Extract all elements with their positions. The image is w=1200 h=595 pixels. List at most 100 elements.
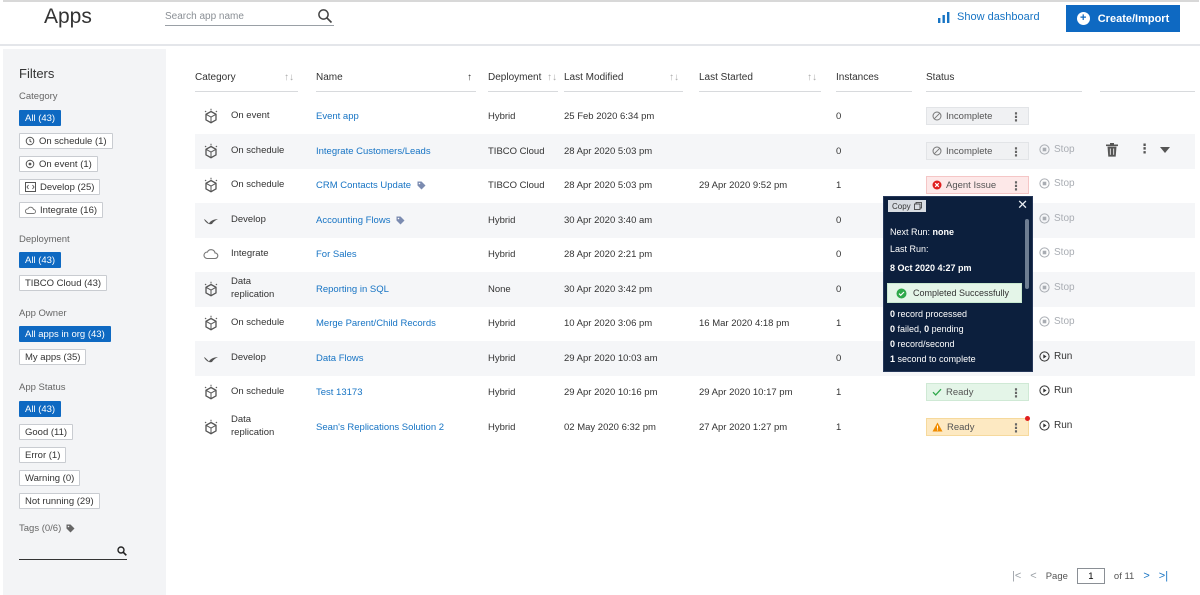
search-input[interactable] <box>165 8 313 24</box>
column-label: Category <box>195 72 236 83</box>
stop-button[interactable]: Stop <box>1039 316 1075 327</box>
table-row[interactable]: Develop Data Flows Hybrid 29 Apr 2020 10… <box>195 341 1195 376</box>
run-button[interactable]: Run <box>1039 351 1072 362</box>
column-header-actions <box>1100 64 1195 92</box>
app-name-link[interactable]: Event app <box>316 99 359 134</box>
tag-icon <box>417 181 426 190</box>
search-icon[interactable] <box>317 8 333 24</box>
last-page-icon[interactable]: >| <box>1159 570 1168 582</box>
run-button[interactable]: Run <box>1039 420 1072 431</box>
trash-icon[interactable] <box>1106 143 1118 157</box>
app-name-link[interactable]: Data Flows <box>316 341 364 376</box>
status-menu-icon[interactable]: ⋮ <box>1010 180 1022 192</box>
chip-label: Warning (0) <box>25 472 75 484</box>
next-page-icon[interactable]: > <box>1143 570 1149 582</box>
column-header-category[interactable]: Category ↑↓ <box>195 64 298 92</box>
app-name-link[interactable]: Accounting Flows <box>316 203 405 238</box>
first-page-icon[interactable]: |< <box>1012 570 1021 582</box>
status-chip-not-running[interactable]: Not running (29) <box>19 493 100 509</box>
sort-asc-icon[interactable]: ↑ <box>467 72 472 83</box>
status-menu-icon[interactable]: ⋮ <box>1010 387 1022 399</box>
warning-icon <box>932 422 943 432</box>
app-name-link[interactable]: Integrate Customers/Leads <box>316 134 431 169</box>
category-chip-on-event[interactable]: On event (1) <box>19 156 98 172</box>
table-row[interactable]: Data replication Reporting in SQL None 3… <box>195 272 1195 307</box>
category-cell: On event <box>231 109 270 121</box>
column-header-deployment[interactable]: Deployment ↑↓ <box>488 64 558 92</box>
row-menu-icon[interactable]: ⋮ <box>1138 142 1151 155</box>
table-row[interactable]: Develop Accounting Flows Hybrid 30 Apr 2… <box>195 203 1195 238</box>
category-line: Data <box>231 414 252 426</box>
pending-count: 0 <box>924 324 930 334</box>
column-header-last-started[interactable]: Last Started ↑↓ <box>699 64 821 92</box>
stop-button[interactable]: Stop <box>1039 178 1075 189</box>
owner-chip-all-apps[interactable]: All apps in org (43) <box>19 326 111 342</box>
column-header-name[interactable]: Name ↑ <box>316 64 476 92</box>
status-label: Incomplete <box>946 110 993 122</box>
column-header-last-modified[interactable]: Last Modified ↑↓ <box>564 64 683 92</box>
column-header-instances[interactable]: Instances <box>836 64 912 92</box>
app-name-link[interactable]: Reporting in SQL <box>316 272 389 307</box>
search-box <box>165 8 334 26</box>
search-icon[interactable] <box>117 546 127 556</box>
status-chip-good[interactable]: Good (11) <box>19 424 74 440</box>
table-row[interactable]: On schedule CRM Contacts Update TIBCO Cl… <box>195 168 1195 203</box>
bar-chart-icon <box>938 11 950 23</box>
stop-button[interactable]: Stop <box>1039 282 1075 293</box>
app-name: Event app <box>316 110 359 122</box>
sort-icon[interactable]: ↑↓ <box>284 72 294 83</box>
prev-page-icon[interactable]: < <box>1030 570 1036 582</box>
status-chip-warning[interactable]: Warning (0) <box>19 470 81 486</box>
run-button[interactable]: Run <box>1039 385 1072 396</box>
category-chip-all[interactable]: All (43) <box>19 110 62 126</box>
app-name: Integrate Customers/Leads <box>316 145 431 157</box>
stop-button[interactable]: Stop <box>1039 213 1075 224</box>
last-run-label: Last Run: <box>890 244 929 254</box>
chevron-down-icon[interactable] <box>1160 147 1170 153</box>
category-cell: Data replication <box>231 272 274 307</box>
deployment-chip-tibco-cloud[interactable]: TIBCO Cloud (43) <box>19 275 108 291</box>
status-label: Agent Issue <box>946 179 997 191</box>
page-number-input[interactable] <box>1076 568 1105 584</box>
category-cell: On schedule <box>231 144 285 156</box>
app-name-link[interactable]: Merge Parent/Child Records <box>316 306 436 341</box>
status-badge: Agent Issue ⋮ <box>926 176 1029 194</box>
owner-chip-my-apps[interactable]: My apps (35) <box>19 349 87 365</box>
status-menu-icon[interactable]: ⋮ <box>1010 111 1022 123</box>
status-menu-icon[interactable]: ⋮ <box>1010 146 1022 158</box>
sort-icon[interactable]: ↑↓ <box>547 72 557 83</box>
sort-icon[interactable]: ↑↓ <box>669 72 679 83</box>
schedule-icon <box>25 136 35 146</box>
sort-icon[interactable]: ↑↓ <box>807 72 817 83</box>
table-row[interactable]: On schedule Test 13173 Hybrid 29 Apr 202… <box>195 375 1195 410</box>
copy-button[interactable]: Copy <box>888 200 926 212</box>
app-name-link[interactable]: CRM Contacts Update <box>316 168 426 203</box>
category-chip-on-schedule[interactable]: On schedule (1) <box>19 133 113 149</box>
table-row[interactable]: On schedule Merge Parent/Child Records H… <box>195 306 1195 341</box>
app-name-link[interactable]: Test 13173 <box>316 375 362 410</box>
table-row[interactable]: Data replication Sean's Replications Sol… <box>195 410 1195 445</box>
status-chip-all[interactable]: All (43) <box>19 401 62 417</box>
create-import-button[interactable]: + Create/Import <box>1066 5 1180 32</box>
app-name: Data Flows <box>316 352 364 364</box>
app-name-link[interactable]: For Sales <box>316 237 357 272</box>
tag-search-input[interactable] <box>19 543 109 559</box>
category-chip-develop[interactable]: Develop (25) <box>19 179 101 195</box>
category-chip-integrate[interactable]: Integrate (16) <box>19 202 104 218</box>
popover-scrollbar[interactable] <box>1025 219 1029 289</box>
records-processed: 0 record processed <box>890 309 967 319</box>
close-icon[interactable]: ✕ <box>1017 197 1028 213</box>
table-row[interactable]: On event Event app Hybrid 25 Feb 2020 6:… <box>195 99 1195 134</box>
status-menu-icon[interactable]: ⋮ <box>1010 422 1022 434</box>
stop-button[interactable]: Stop <box>1039 144 1075 155</box>
column-label: Instances <box>836 72 879 83</box>
deployment-chip-all[interactable]: All (43) <box>19 252 62 268</box>
stop-button[interactable]: Stop <box>1039 247 1075 258</box>
app-name-link[interactable]: Sean's Replications Solution 2 <box>316 410 444 445</box>
show-dashboard-link[interactable]: Show dashboard <box>938 11 1040 23</box>
table-row[interactable]: On schedule Integrate Customers/Leads TI… <box>195 134 1195 169</box>
table-row[interactable]: Integrate For Sales Hybrid 28 Apr 2020 2… <box>195 237 1195 272</box>
stop-label: Stop <box>1054 213 1075 224</box>
status-chip-error[interactable]: Error (1) <box>19 447 67 463</box>
column-header-status[interactable]: Status <box>926 64 1082 92</box>
